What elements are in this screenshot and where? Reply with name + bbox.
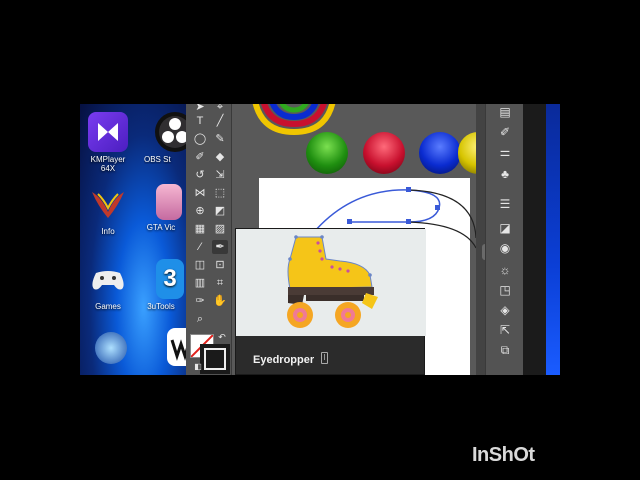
3utools-icon: 3: [156, 259, 184, 299]
tooltip-tool-name: Eyedropper: [253, 354, 315, 366]
obs-icon: [155, 112, 188, 152]
tooltip-shortcut: I: [321, 352, 328, 364]
properties-panel-icon[interactable]: ⚌: [496, 144, 514, 160]
app-globe-icon: [95, 332, 127, 364]
gta-vice-city-icon: [156, 184, 182, 220]
scale-icon[interactable]: ⇲: [212, 168, 228, 182]
rectangle-icon[interactable]: ◯: [192, 132, 208, 146]
desktop-icon-kmplayer[interactable]: KMPlayer 64X: [83, 112, 133, 173]
desktop-icon-label: KMPlayer 64X: [90, 155, 126, 173]
eraser-icon[interactable]: ◆: [212, 150, 228, 164]
eyedropper-icon[interactable]: ✒: [212, 240, 228, 254]
paintbrush-icon[interactable]: ✎: [212, 132, 228, 146]
free-transform-icon[interactable]: ⬚: [212, 186, 228, 200]
desktop-icon-obs[interactable]: OBS St: [144, 112, 188, 164]
desktop-icon-label: 3uTools: [147, 302, 175, 311]
roller-skate-illustration: [287, 235, 378, 328]
desktop-icon-3utools[interactable]: 3 3uTools: [136, 259, 186, 311]
export-panel-icon[interactable]: ⇱: [496, 322, 514, 338]
align-panel-icon[interactable]: ☰: [496, 196, 514, 212]
artboard-icon[interactable]: ⊡: [212, 258, 228, 272]
direct-select-icon[interactable]: ⌖: [212, 104, 228, 114]
game-controller-icon: [88, 259, 128, 299]
shape-builder-icon[interactable]: ⊕: [192, 204, 208, 218]
yellow-swatch[interactable]: [458, 132, 478, 174]
brushes-panel-icon[interactable]: ✐: [496, 124, 514, 140]
pathfinder-panel-icon[interactable]: ⧉: [496, 342, 514, 358]
perspective-icon[interactable]: ◩: [212, 204, 228, 218]
hand-icon[interactable]: ✋: [212, 294, 228, 308]
kmplayer-icon: [88, 112, 128, 152]
line-icon[interactable]: ╱: [212, 114, 228, 128]
inshot-watermark: InShOt: [472, 444, 535, 466]
desktop-icon-label: Info: [101, 227, 115, 236]
mesh-icon[interactable]: ▦: [192, 222, 208, 236]
layers-panel-icon[interactable]: ◈: [496, 302, 514, 318]
red-swatch[interactable]: [363, 132, 405, 174]
gradient-panel-icon[interactable]: ◪: [496, 220, 514, 236]
type-icon[interactable]: T: [192, 114, 208, 128]
pen-icon[interactable]: ✑: [192, 294, 208, 308]
tool-preview: [236, 229, 426, 336]
desktop-icon-gta[interactable]: GTA Vic: [136, 184, 186, 232]
desktop-icon-info[interactable]: Info: [83, 184, 133, 236]
right-panel-dock: ▤ ✐ ⚌ ♣ ☰ ◪ ◉ ☼ ◳ ◈ ⇱ ⧉: [485, 104, 523, 375]
desktop-icon-label: Games: [95, 302, 121, 311]
desktop-icon-label: GTA Vic: [146, 223, 176, 232]
transparency-panel-icon[interactable]: ◉: [496, 240, 514, 256]
graphic-styles-icon[interactable]: ◳: [496, 282, 514, 298]
swap-colors-icon[interactable]: ↶: [214, 330, 230, 344]
rotate-icon[interactable]: ↺: [192, 168, 208, 182]
desktop-icon-unknown[interactable]: [86, 332, 136, 367]
tools-panel: ➤ ⌖ T ╱ ◯ ✎ ✐ ◆ ↺ ⇲ ⋈ ⬚ ⊕ ◩ ▦ ▨ ⁄ ✒ ◫ ⊡ …: [186, 104, 232, 375]
green-swatch[interactable]: [306, 132, 348, 174]
wings-logo-icon: [88, 184, 128, 224]
graph-icon[interactable]: ▥: [192, 276, 208, 290]
eyedropper-tooltip: Eyedropper I: [235, 228, 426, 375]
video-frame: KMPlayer 64X OBS St Info GTA Vic Games 3: [80, 104, 560, 375]
selection-icon[interactable]: ➤: [192, 104, 208, 114]
symbols-panel-icon[interactable]: ♣: [496, 166, 514, 182]
stroke-swatch-icon[interactable]: [200, 344, 230, 374]
desktop-icon-games[interactable]: Games: [83, 259, 133, 311]
gradient-icon[interactable]: ▨: [212, 222, 228, 236]
slice-icon[interactable]: ⌗: [212, 276, 228, 290]
windows-desktop: KMPlayer 64X OBS St Info GTA Vic Games 3: [80, 104, 195, 375]
artboards-panel-icon[interactable]: ▤: [496, 104, 514, 120]
desktop-icon-label: OBS St: [144, 155, 171, 164]
shaper-icon[interactable]: ✐: [192, 150, 208, 164]
blend-icon[interactable]: ⁄: [192, 240, 208, 254]
appearance-panel-icon[interactable]: ☼: [496, 262, 514, 278]
desktop-edge: [546, 104, 560, 375]
blue-swatch[interactable]: [419, 132, 461, 174]
zoom-icon[interactable]: ⌕: [192, 312, 208, 326]
symbol-sprayer-icon[interactable]: ◫: [192, 258, 208, 272]
default-colors-icon[interactable]: ◧: [190, 360, 206, 374]
width-icon[interactable]: ⋈: [192, 186, 208, 200]
